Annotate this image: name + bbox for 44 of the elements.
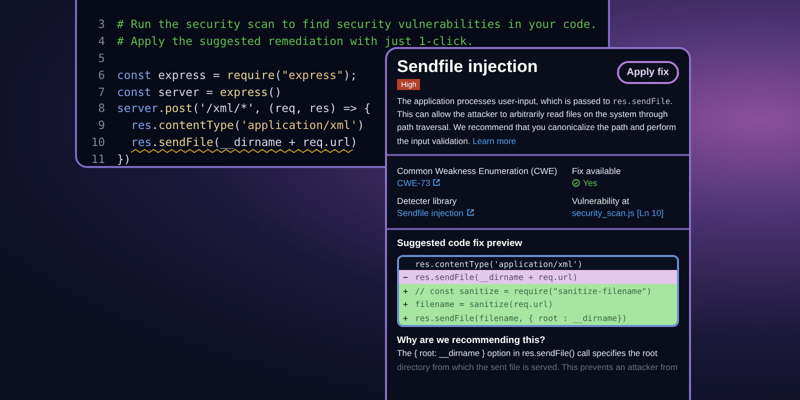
line-number: 3: [97, 17, 105, 32]
line-number: 9: [97, 118, 105, 132]
code-line: }): [117, 152, 131, 166]
line-number: 11: [90, 152, 105, 166]
detail-label: Fix available: [572, 166, 622, 176]
line-number: 6: [97, 68, 105, 82]
code-line: # Run the security scan to find security vulnerabilities in your code.: [117, 17, 598, 32]
line-number: 5: [97, 50, 105, 65]
external-link-icon: [466, 209, 474, 216]
finding-description: The application processes user-input, which is passed to res.sendFile. This can allow the attacker to arbitrarily read files on the system through path traversal. We recommend that you canonicalize the path and perform the input validation. Learn more: [397, 95, 678, 148]
external-link-icon: [433, 179, 440, 186]
detail-link[interactable]: security_scan.js [Ln 10]: [572, 208, 664, 218]
diff-sign: +: [403, 299, 409, 310]
line-number: 4: [97, 34, 105, 48]
status-value: Yes: [572, 178, 598, 188]
detail-link[interactable]: Sendfile injection: [397, 208, 474, 218]
diff-sign: +: [403, 312, 409, 323]
preview-title: Suggested code fix preview: [397, 238, 524, 249]
learn-more-link[interactable]: Learn more: [472, 136, 516, 146]
detail-label: Common Weakness Enumeration (CWE): [397, 166, 558, 176]
detail-label: Detecter library: [397, 196, 458, 206]
diff-code: // const sanitize = require("sanitize-filename"): [415, 286, 652, 296]
code-line: server.post('/xml/*', (req, res) => {: [117, 101, 371, 116]
apply-fix-button[interactable]: Apply fix: [616, 61, 679, 84]
diff-sign: −: [403, 272, 409, 282]
diff-code: res.sendFile(filename, { root : __dirname}): [415, 312, 627, 323]
line-number: 8: [97, 101, 105, 116]
code-line: # Apply the suggested remediation with just 1-click.: [117, 34, 474, 48]
diff-code: res.contentType('application/xml'): [415, 258, 583, 269]
line-number: 10: [90, 134, 105, 149]
why-title: Why are we recommending this?: [397, 334, 546, 346]
line-number: 7: [97, 84, 105, 99]
code-line: res.contentType('application/xml'): [131, 118, 364, 132]
detail-label: Vulnerability at: [572, 196, 630, 206]
finding-title: Sendfile injection: [397, 57, 538, 77]
why-text: directory from which the sent file is served. This prevents an attacker from: [397, 360, 679, 374]
why-text: The { root: __dirname } option in res.sendFile() call specifies the root: [397, 346, 658, 360]
detail-link[interactable]: CWE-73: [397, 178, 440, 188]
diff-code: res.sendFile(__dirname + req.url): [415, 272, 578, 282]
diff-sign: +: [403, 286, 409, 296]
code-line: const express = require("express");: [117, 68, 358, 82]
diff-code: filename = sanitize(req.url): [415, 299, 554, 310]
check-circle-icon: [572, 178, 580, 187]
code-line: const server = express(): [117, 84, 282, 99]
